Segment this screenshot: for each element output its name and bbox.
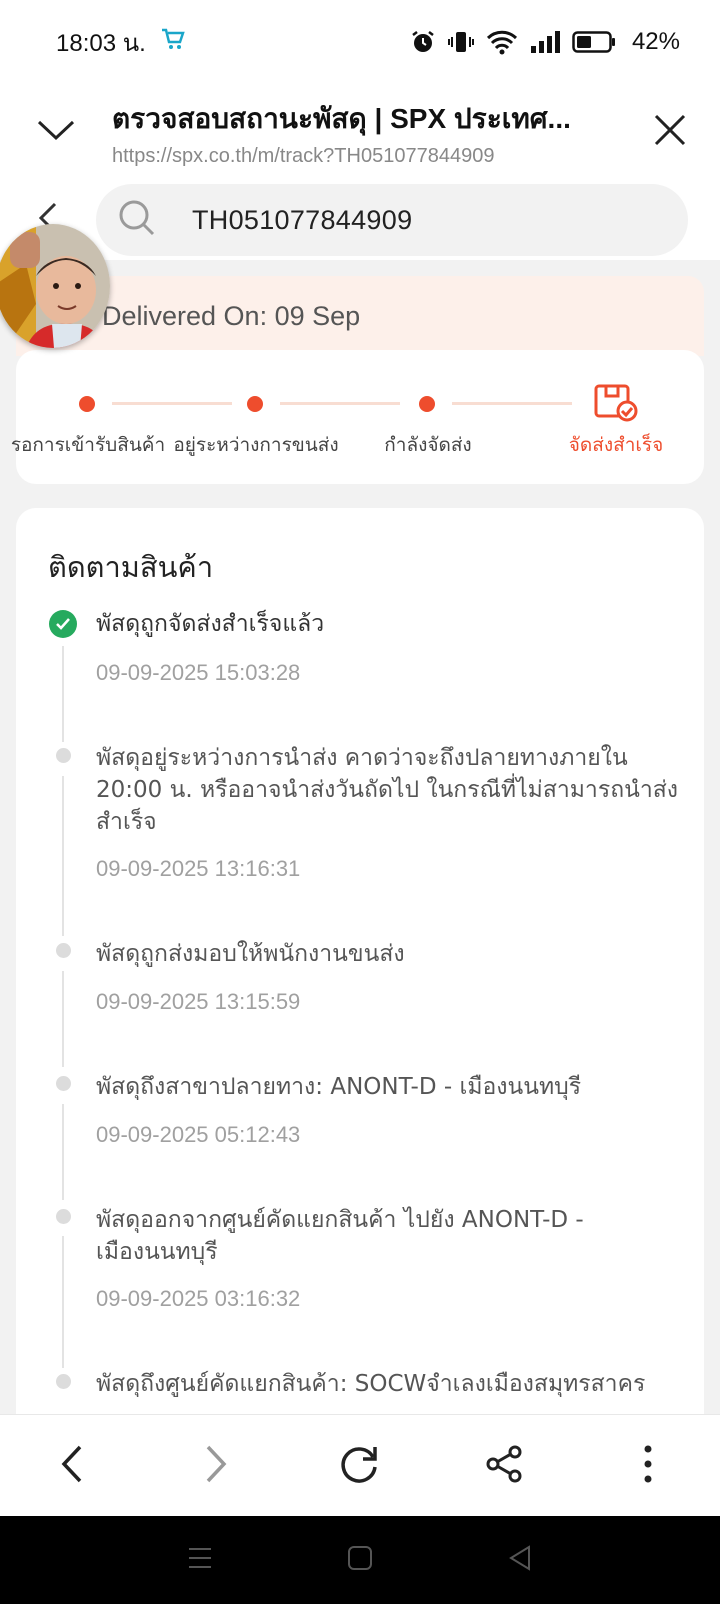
browser-forward-button[interactable] [176,1426,256,1506]
timeline-dot [56,1374,71,1389]
step-label-3: กำลังจัดส่ง [384,434,472,456]
progress-card: รอการเข้ารับสินค้า อยู่ระหว่างการขนส่ง ก… [11,350,704,484]
timeline-event-text: พัสดุออกจากศูนย์คัดแยกสินค้า ไปยัง ANONT… [96,1207,584,1265]
step-dot-3 [419,396,435,412]
battery-icon [572,30,616,54]
status-time: 18:03 น. [56,29,146,57]
reload-button[interactable] [320,1426,400,1506]
search-value: TH051077844909 [192,204,413,235]
step-line-3 [452,402,572,405]
share-icon [484,1444,524,1488]
close-icon [653,113,687,151]
timeline-line [62,646,64,742]
alarm-icon [410,29,436,55]
timeline-event-text: พัสดุอยู่ระหว่างการนำส่ง คาดว่าจะถึงปลาย… [96,745,679,835]
more-menu-button[interactable] [608,1426,688,1506]
timeline-event-time: 09-09-2025 13:15:59 [96,989,301,1014]
timeline-event-time: 09-09-2025 03:16:32 [96,1286,301,1311]
step-label-2: อยู่ระหว่างการขนส่ง [173,434,339,456]
timeline-event-time: 09-09-2025 13:16:31 [96,856,301,881]
chevron-left-icon [60,1444,84,1488]
timeline-line [62,776,64,936]
step-label-4: จัดส่งสำเร็จ [568,434,664,456]
step-line-2 [280,402,400,405]
status-bar: 18:03 น. 42% [0,0,720,84]
timeline-dot [56,1209,71,1224]
check-circle-icon [49,610,77,638]
browser-bottom-nav [0,1414,720,1516]
timeline-event-time: 09-09-2025 15:03:28 [96,660,301,685]
recent-apps-button[interactable] [187,1545,213,1575]
timeline-line [62,1236,64,1368]
package-delivered-icon [594,382,638,426]
timeline-event-text: พัสดุถูกจัดส่งสำเร็จแล้ว [96,611,325,637]
page-url: https://spx.co.th/m/track?TH051077844909 [112,144,495,167]
search-icon [118,199,156,241]
shopping-cart-app-icon [160,27,186,57]
timeline-event-text: พัสดุถึงศูนย์คัดแยกสินค้า: SOCWจำเลงเมือ… [96,1371,646,1397]
timeline-dot [56,748,71,763]
timeline-event-text: พัสดุถูกส่งมอบให้พนักงานขนส่ง [96,941,405,967]
search-row: TH051077844909 [0,180,720,260]
chevron-right-icon [204,1444,228,1488]
timeline-dot [56,943,71,958]
close-button[interactable] [620,84,720,180]
page-title: ตรวจสอบสถานะพัสดุ | SPX ประเทศ... [112,102,571,134]
browser-back-button[interactable] [32,1426,112,1506]
step-dot-2 [247,396,263,412]
status-icons: 42% [410,28,680,56]
delivered-banner: Delivered On: 09 Sep [16,276,704,356]
more-vertical-icon [643,1444,653,1488]
vibrate-icon [447,29,474,55]
wifi-icon [486,29,518,55]
tracking-title: ติดตามสินค้า [48,550,214,584]
battery-percent: 42% [631,28,680,55]
timeline-event-text: พัสดุถึงสาขาปลายทาง: ANONT-D - เมืองนนทบ… [96,1074,582,1100]
step-label-1: รอการเข้ารับสินค้า [10,434,166,456]
share-button[interactable] [464,1426,544,1506]
timeline-line [62,1104,64,1200]
tracking-search-input[interactable]: TH051077844909 [96,184,688,256]
delivered-text: Delivered On: 09 Sep [102,300,361,331]
signal-icon [530,30,560,54]
timeline-dot [56,1076,71,1091]
collapse-button[interactable] [0,84,112,180]
browser-header: ตรวจสอบสถานะพัสดุ | SPX ประเทศ... https:… [0,84,720,180]
reload-icon [339,1443,381,1489]
timeline-event-time: 09-09-2025 05:12:43 [96,1122,301,1147]
tracking-card: ติดตามสินค้า พัสดุถูกจัดส่งสำเร็จแล้ว 09… [16,508,704,1508]
system-nav-bar [0,1516,720,1604]
timeline-line [62,971,64,1067]
home-button[interactable] [347,1545,373,1575]
avatar[interactable] [0,224,110,348]
system-back-button[interactable] [507,1545,533,1575]
chevron-down-icon [36,118,76,146]
step-line-1 [112,402,232,405]
step-dot-1 [79,396,95,412]
